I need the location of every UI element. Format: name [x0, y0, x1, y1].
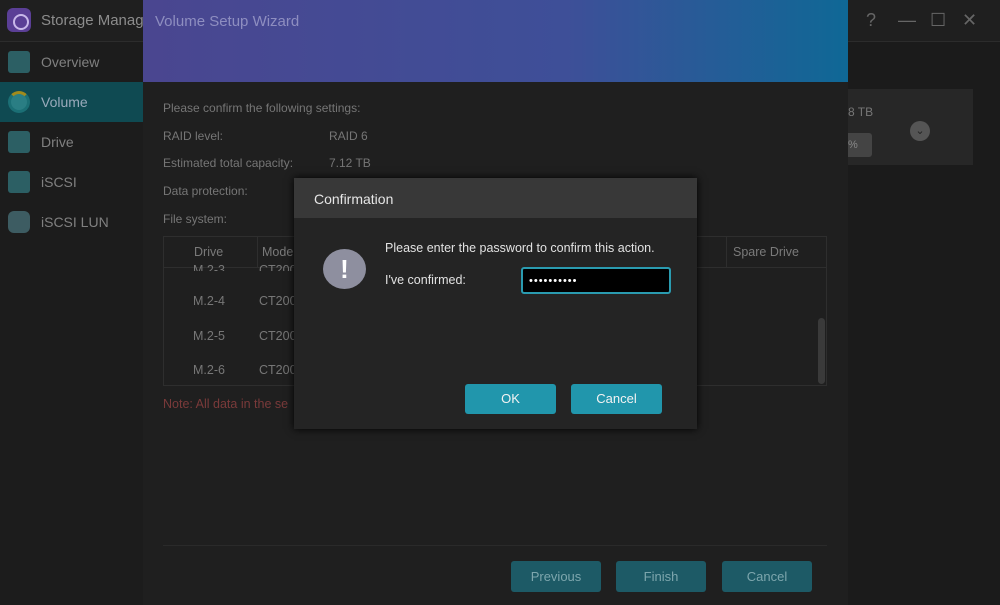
capacity-text: 8 TB [848, 105, 874, 119]
intro-text: Please confirm the following settings: [163, 101, 361, 115]
warning-note: Note: All data in the se [163, 397, 289, 411]
dialog-message: Please enter the password to confirm thi… [385, 241, 655, 255]
setting-label: RAID level: [163, 129, 224, 143]
maximize-icon[interactable]: ☐ [930, 10, 946, 31]
password-label: I've confirmed: [385, 273, 466, 287]
overview-icon [8, 51, 30, 73]
dialog-header: Confirmation [294, 178, 697, 218]
ok-button[interactable]: OK [465, 384, 556, 414]
volume-card: 8 TB % ⌄ [848, 89, 973, 165]
storage-manager-logo-icon [7, 8, 31, 32]
sidebar-item-label: Overview [41, 54, 100, 70]
sidebar-item-iscsi-lun[interactable]: iSCSI LUN [0, 202, 143, 242]
iscsi-icon [8, 171, 30, 193]
exclamation-icon: ! [323, 249, 366, 289]
setting-value: RAID 6 [329, 129, 368, 143]
sidebar-item-label: iSCSI LUN [41, 214, 109, 230]
iscsi-lun-icon [8, 211, 30, 233]
app-title: Storage Manager [41, 12, 157, 29]
finish-button[interactable]: Finish [616, 561, 706, 592]
sidebar-item-label: Volume [41, 94, 88, 110]
column-header: Spare Drive [726, 237, 826, 267]
help-icon[interactable]: ? [866, 10, 876, 31]
sidebar-item-label: iSCSI [41, 174, 77, 190]
setting-label: Estimated total capacity: [163, 156, 294, 170]
password-input[interactable] [521, 267, 671, 294]
minimize-icon[interactable]: — [898, 10, 916, 31]
cancel-button[interactable]: Cancel [571, 384, 662, 414]
chevron-down-icon[interactable]: ⌄ [910, 121, 930, 141]
wizard-title: Volume Setup Wizard [155, 13, 300, 30]
close-icon[interactable]: ✕ [962, 10, 977, 31]
setting-label: File system: [163, 212, 228, 226]
drive-icon [8, 131, 30, 153]
dialog-title: Confirmation [314, 191, 394, 207]
setting-value: 7.12 TB [329, 156, 371, 170]
setting-label: Data protection: [163, 184, 248, 198]
wizard-cancel-button[interactable]: Cancel [722, 561, 812, 592]
previous-button[interactable]: Previous [511, 561, 601, 592]
wizard-header: Volume Setup Wizard [143, 0, 848, 82]
sidebar-item-iscsi[interactable]: iSCSI [0, 162, 143, 202]
sidebar-item-label: Drive [41, 134, 74, 150]
confirmation-dialog: Confirmation ! Please enter the password… [294, 178, 697, 429]
sidebar-item-overview[interactable]: Overview [0, 42, 143, 82]
divider [163, 545, 827, 546]
volume-icon [8, 91, 30, 113]
sidebar-item-drive[interactable]: Drive [0, 122, 143, 162]
usage-badge: % [848, 133, 872, 157]
table-scrollbar[interactable] [818, 318, 825, 384]
sidebar-item-volume[interactable]: Volume [0, 82, 143, 122]
sidebar: Overview Volume Drive iSCSI iSCSI LUN [0, 42, 143, 605]
